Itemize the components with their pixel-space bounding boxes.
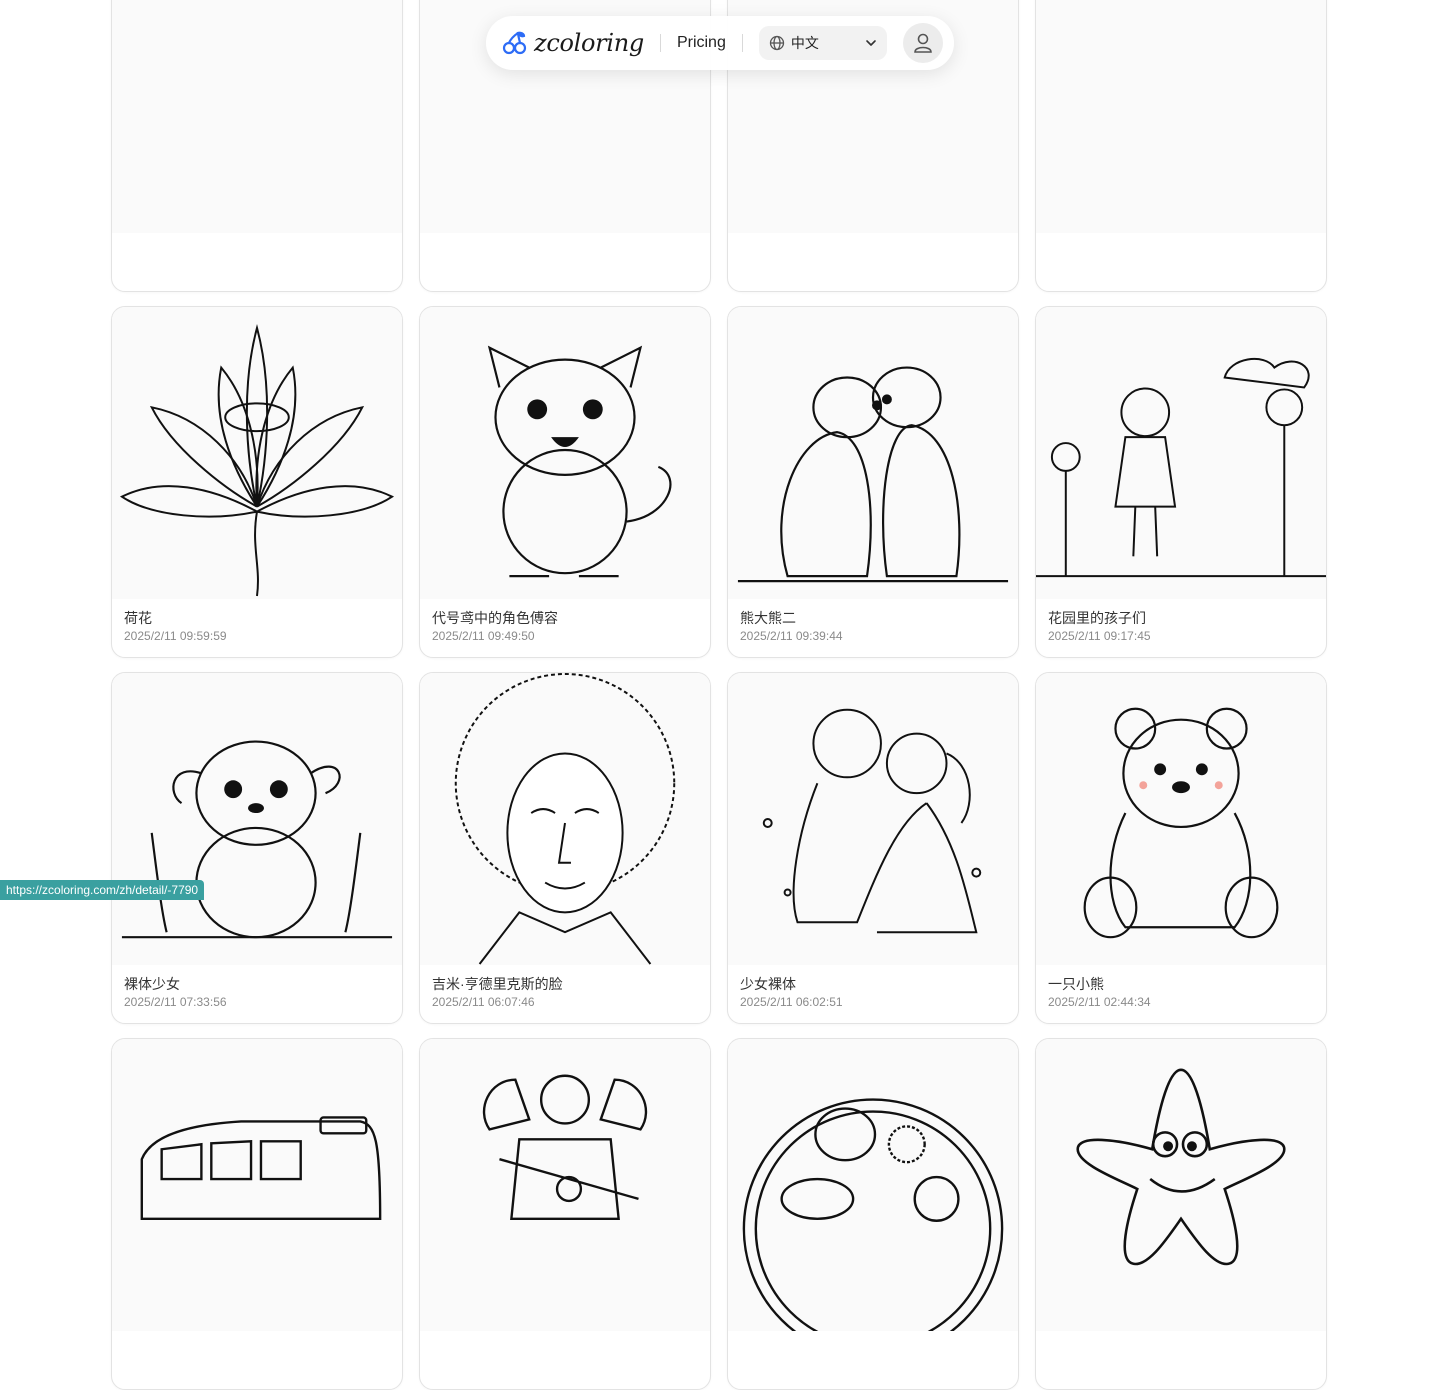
- globe-icon: [769, 35, 784, 51]
- brand-name: zcoloring: [534, 29, 644, 57]
- language-label: 中文: [790, 35, 819, 51]
- top-navbar: zcoloring Pricing 中文: [486, 16, 954, 70]
- gallery-grid: 荷花 2025/2/11 09:59:59 代号鸢中的角色傅容 2025/2/11 …: [111, 0, 1329, 1390]
- puppy-image: [112, 673, 402, 965]
- user-icon: [914, 33, 932, 53]
- card-title: 裸体少女: [124, 976, 180, 992]
- face-afro-illustration: [454, 673, 676, 965]
- card-date: 2025/2/11 06:07:46: [432, 995, 535, 1009]
- card-title: 代号鸢中的角色傅容: [432, 610, 558, 626]
- pricing-link[interactable]: Pricing: [677, 34, 726, 52]
- brand-logo[interactable]: zcoloring: [502, 29, 644, 57]
- cat-illustration: [487, 345, 672, 578]
- gallery-card[interactable]: 一只小熊 2025/2/11 02:44:34: [1035, 672, 1327, 1024]
- two-bears-image: [728, 307, 1018, 599]
- card-image: [1036, 0, 1326, 233]
- card-date: 2025/2/11 09:59:59: [124, 629, 227, 643]
- starfish-illustration: [1076, 1068, 1286, 1266]
- two-bears-illustration: [737, 366, 1009, 583]
- lotus-illustration: [119, 324, 395, 597]
- card-title: 一只小熊: [1048, 976, 1104, 992]
- card-date: 2025/2/11 02:44:34: [1048, 995, 1151, 1009]
- gallery-card[interactable]: 少女裸体 2025/2/11 06:02:51: [727, 672, 1019, 1024]
- chevron-down-icon: [866, 40, 876, 46]
- gallery-card[interactable]: 熊大熊二 2025/2/11 09:39:44: [727, 306, 1019, 658]
- gallery-card[interactable]: 裸体少女 2025/2/11 07:33:56: [111, 672, 403, 1024]
- pizza-illustration: [742, 1098, 1004, 1331]
- puppy-illustration: [121, 740, 393, 939]
- card-date: 2025/2/11 09:17:45: [1048, 629, 1151, 643]
- hugging-kids-image: [728, 673, 1018, 965]
- cat-image: [420, 307, 710, 599]
- user-avatar-button[interactable]: [902, 23, 943, 63]
- card-title: 少女裸体: [740, 976, 796, 992]
- bear-cub-image: [1036, 673, 1326, 965]
- hugging-kids-illustration: [762, 708, 982, 934]
- gallery-card[interactable]: [111, 1038, 403, 1390]
- bear-cub-illustration: [1083, 707, 1279, 939]
- card-date: 2025/2/11 09:39:44: [740, 629, 843, 643]
- gallery-card[interactable]: 花园里的孩子们 2025/2/11 09:17:45: [1035, 306, 1327, 658]
- card-title: 花园里的孩子们: [1048, 610, 1146, 626]
- cherry-logo-icon: [502, 31, 527, 55]
- nav-divider: [741, 34, 743, 52]
- gallery-card[interactable]: [111, 0, 403, 292]
- starfish-image: [1036, 1039, 1326, 1331]
- language-select[interactable]: 中文: [758, 26, 887, 60]
- card-title: 吉米·亨德里克斯的脸: [432, 976, 563, 992]
- lotus-image: [112, 307, 402, 599]
- gallery-card[interactable]: 荷花 2025/2/11 09:59:59: [111, 306, 403, 658]
- space-marine-image: [420, 1039, 710, 1331]
- gallery-card[interactable]: [1035, 0, 1327, 292]
- gallery-card[interactable]: [1035, 1038, 1327, 1390]
- pizza-image: [728, 1039, 1018, 1331]
- card-title: 荷花: [124, 610, 152, 626]
- girl-garden-image: [1036, 307, 1326, 599]
- card-date: 2025/2/11 07:33:56: [124, 995, 227, 1009]
- card-date: 2025/2/11 06:02:51: [740, 995, 843, 1009]
- gallery-card[interactable]: 代号鸢中的角色傅容 2025/2/11 09:49:50: [419, 306, 711, 658]
- status-bar-url: https://zcoloring.com/zh/detail/-7790: [0, 880, 205, 900]
- space-marine-illustration: [482, 1074, 648, 1220]
- gallery-card[interactable]: [727, 1038, 1019, 1390]
- gallery-card[interactable]: [419, 1038, 711, 1390]
- card-image: [112, 0, 402, 233]
- nav-divider: [659, 34, 661, 52]
- bus-illustration: [140, 1116, 382, 1220]
- face-afro-image: [420, 673, 710, 965]
- girl-garden-illustration: [1036, 358, 1326, 578]
- gallery-card[interactable]: 吉米·亨德里克斯的脸 2025/2/11 06:07:46: [419, 672, 711, 1024]
- card-date: 2025/2/11 09:49:50: [432, 629, 535, 643]
- card-title: 熊大熊二: [740, 610, 796, 626]
- bus-image: [112, 1039, 402, 1331]
